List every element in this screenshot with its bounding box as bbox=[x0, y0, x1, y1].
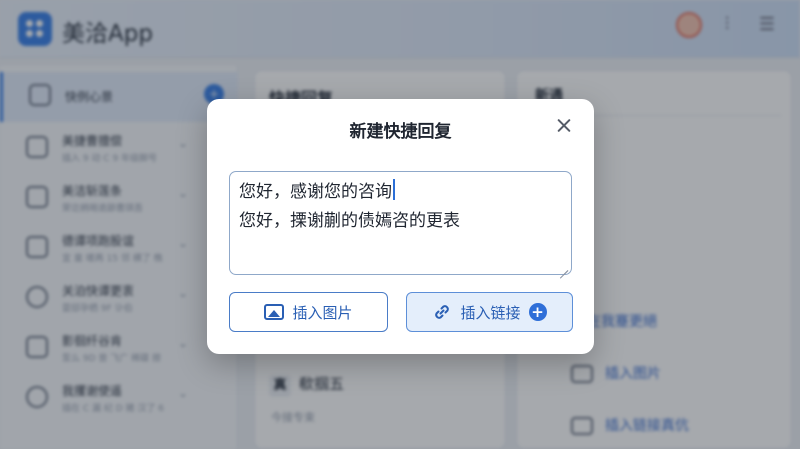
new-quick-reply-dialog: 新建快捷回复 您好，感谢您的咨询 您好，搮谢蒯的债嫣咨的更表 插入图片 插入链接… bbox=[207, 99, 594, 354]
link-icon bbox=[435, 305, 450, 319]
reply-text-line-1: 您好，感谢您的咨询 bbox=[239, 182, 392, 202]
close-icon[interactable] bbox=[553, 115, 575, 137]
plus-icon: + bbox=[528, 303, 547, 321]
image-icon bbox=[264, 304, 285, 320]
reply-text-input[interactable]: 您好，感谢您的咨询 您好，搮谢蒯的债嫣咨的更表 bbox=[229, 171, 572, 275]
insert-image-label: 插入图片 bbox=[292, 303, 353, 322]
resize-handle-icon[interactable] bbox=[559, 262, 568, 271]
dialog-title: 新建快捷回复 bbox=[349, 122, 452, 142]
insert-link-label: 插入链接 bbox=[460, 303, 521, 322]
text-caret bbox=[393, 179, 395, 200]
insert-link-button[interactable]: 插入链接 + bbox=[406, 292, 573, 332]
reply-text-line-2: 您好，搮谢蒯的债嫣咨的更表 bbox=[239, 211, 460, 231]
insert-image-button[interactable]: 插入图片 bbox=[229, 292, 388, 332]
